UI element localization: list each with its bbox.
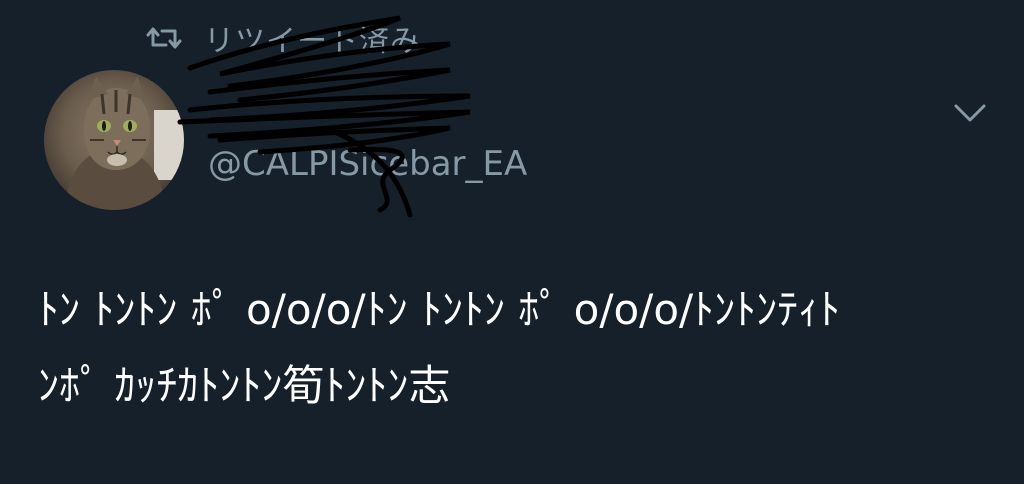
avatar[interactable] bbox=[44, 70, 184, 210]
retweet-icon bbox=[146, 27, 182, 49]
tweet-card[interactable]: リツイート済み @CALPISicebar_EA ﾄﾝ ﾄﾝﾄﾝ ﾎﾟ o/o/… bbox=[0, 0, 1024, 484]
cat-avatar-image bbox=[44, 70, 184, 210]
tweet-text-line-1: ﾄﾝ ﾄﾝﾄﾝ ﾎﾟ o/o/o/ﾄﾝ ﾄﾝﾄﾝ ﾎﾟ o/o/o/ﾄﾝﾄﾝﾃｨ… bbox=[38, 285, 841, 334]
chevron-down-icon[interactable] bbox=[950, 96, 990, 130]
tweet-text: ﾄﾝ ﾄﾝﾄﾝ ﾎﾟ o/o/o/ﾄﾝ ﾄﾝﾄﾝ ﾎﾟ o/o/o/ﾄﾝﾄﾝﾃｨ… bbox=[38, 272, 988, 424]
user-handle[interactable]: @CALPISicebar_EA bbox=[208, 144, 527, 184]
retweet-label: リツイート済み bbox=[204, 24, 421, 59]
tweet-text-line-2: ﾝﾎﾟ ｶｯﾁｶﾄﾝﾄﾝ筍ﾄﾝﾄﾝ志 bbox=[38, 361, 451, 410]
retweet-indicator: リツイート済み bbox=[146, 18, 421, 59]
